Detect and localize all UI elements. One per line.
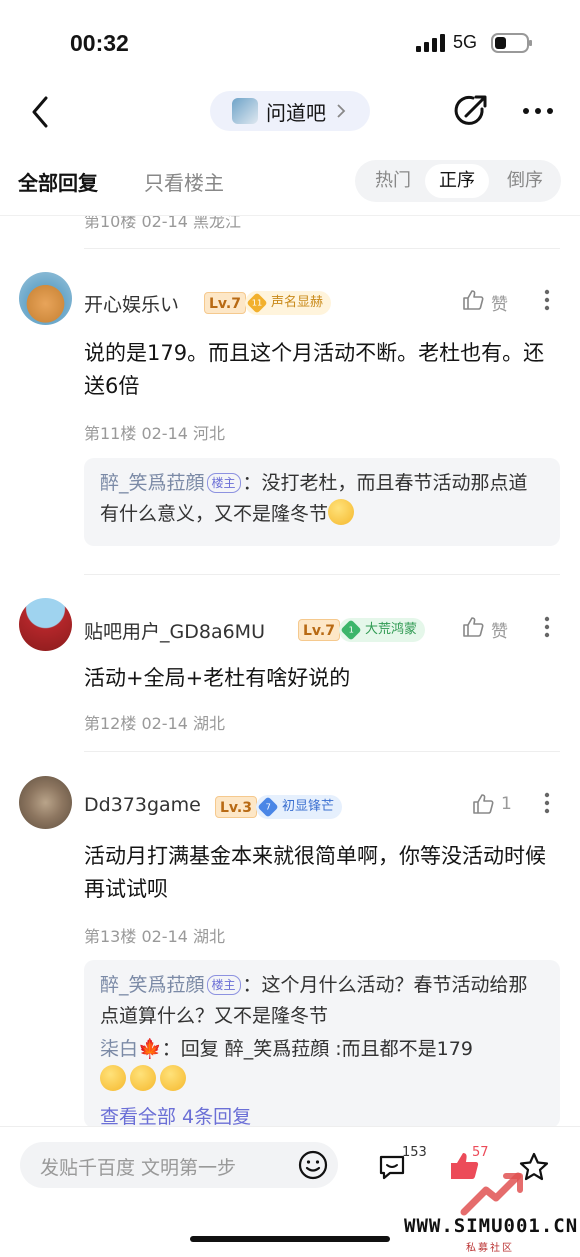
reply-input-placeholder: 发贴千百度 文明第一步 [40,1157,237,1179]
share-icon[interactable] [452,92,490,130]
emoji-icon [160,1065,186,1091]
username[interactable]: 贴吧用户_GD8a6MU [84,617,265,644]
emoji-icon [328,499,355,525]
comment-count: 153 [402,1145,427,1160]
reply-input[interactable]: 发贴千百度 文明第一步 [20,1142,338,1188]
avatar[interactable] [19,272,72,325]
reply-item: 醉_笑爲菈顔 楼主 ：没打老杜，而且春节活动那点道有什么意义，又不是隆冬节 [100,468,544,530]
post-content: 说的是179。而且这个月活动不断。老杜也有。还送6倍 [84,341,545,398]
diamond-icon: 1 [340,619,362,641]
sort-toggle: 热门 正序 倒序 [355,160,561,202]
previous-floor-clipped: 第10楼 02-14 黑龙江 [0,216,580,230]
view-all-replies[interactable]: 查看全部 4条回复 [100,1102,544,1128]
reply-author[interactable]: 醉_笑爲菈顔 [100,472,205,494]
owner-tag: 楼主 [206,975,241,995]
home-indicator [190,1236,390,1242]
divider [84,248,560,249]
badge-label: 声名显赫 [271,295,324,310]
thumb-up-icon[interactable] [461,288,485,312]
avatar[interactable] [19,598,72,651]
more-options-icon[interactable] [544,616,550,638]
divider [84,751,560,752]
chevron-right-icon [337,104,346,118]
diamond-icon: 11 [246,292,268,314]
battery-icon [491,33,532,53]
avatar[interactable] [19,776,72,829]
reply-item: 醉_笑爲菈顔 楼主 ：这个月什么活动？春节活动给那点道算什么？又不是隆冬节 [100,970,544,1032]
divider [84,574,560,575]
status-time: 00:32 [70,30,129,56]
reply-item: 柒白🍁：回复 醉_笑爲菈顔 :而且都不是179 [100,1034,544,1096]
reply-author[interactable]: 醉_笑爲菈顔 [100,974,205,996]
bar-avatar [232,98,258,124]
floor-meta: 第11楼 02-14 河北 [84,424,226,443]
title-badge: 1 大荒鸿蒙 [339,618,426,642]
like-label[interactable]: 赞 [491,290,508,315]
more-options-icon[interactable] [544,792,550,814]
username[interactable]: 开心娱乐い [84,290,179,317]
watermark-site: WWW.SIMU001.CN [404,1215,579,1237]
bar-name-pill[interactable]: 问道吧 [210,91,370,131]
thumb-up-icon[interactable] [461,615,485,639]
floor-meta: 第13楼 02-14 湖北 [84,927,226,946]
more-icon[interactable] [522,104,554,118]
sort-ascending[interactable]: 正序 [425,164,489,198]
title-badge: 11 声名显赫 [245,291,332,315]
sort-hot[interactable]: 热门 [363,164,423,198]
diamond-icon: 7 [257,796,279,818]
floor-meta: 第12楼 02-14 湖北 [84,714,226,733]
tab-owner-only[interactable]: 只看楼主 [144,167,224,196]
post-content: 活动月打满基金本来就很简单啊，你等没活动时候再试试呗 [84,844,546,901]
post-content: 活动+全局+老杜有啥好说的 [84,666,351,690]
emoji-icon [100,1065,126,1091]
like-count: 57 [472,1145,489,1160]
reply-box[interactable]: 醉_笑爲菈顔 楼主 ：这个月什么活动？春节活动给那点道算什么？又不是隆冬节 柒白🍁：… [84,960,560,1128]
title-badge: 7 初显锋芒 [256,795,343,819]
badge-label: 大荒鸿蒙 [365,622,418,637]
reply-author[interactable]: 柒白 [100,1038,138,1060]
username[interactable]: Dd373game [84,794,201,816]
tab-all-replies[interactable]: 全部回复 [18,167,98,196]
reply-text: ：回复 醉_笑爲菈顔 :而且都不是179 [161,1038,473,1060]
sort-descending[interactable]: 倒序 [493,164,557,198]
floor-meta: 第10楼 02-14 黑龙江 [84,216,242,230]
emoji-icon[interactable] [298,1150,328,1180]
maple-leaf-icon: 🍁 [138,1038,162,1060]
badge-label: 初显锋芒 [282,799,335,814]
network-label: 5G [453,32,478,52]
like-count[interactable]: 1 [501,794,512,814]
reply-box[interactable]: 醉_笑爲菈顔 楼主 ：没打老杜，而且春节活动那点道有什么意义，又不是隆冬节 [84,458,560,546]
more-options-icon[interactable] [544,289,550,311]
level-badge: Lv.7 [298,619,340,641]
watermark-logo-icon [460,1172,523,1216]
level-badge: Lv.3 [215,796,257,818]
bar-name: 问道吧 [266,100,326,125]
back-icon[interactable] [28,95,54,129]
watermark-subtitle: 私募社区 [466,1243,514,1254]
level-badge: Lv.7 [204,292,246,314]
like-label[interactable]: 赞 [491,617,508,642]
thumb-up-icon[interactable] [471,792,495,816]
emoji-icon [130,1065,156,1091]
signal-icon [416,34,445,52]
owner-tag: 楼主 [206,473,241,493]
